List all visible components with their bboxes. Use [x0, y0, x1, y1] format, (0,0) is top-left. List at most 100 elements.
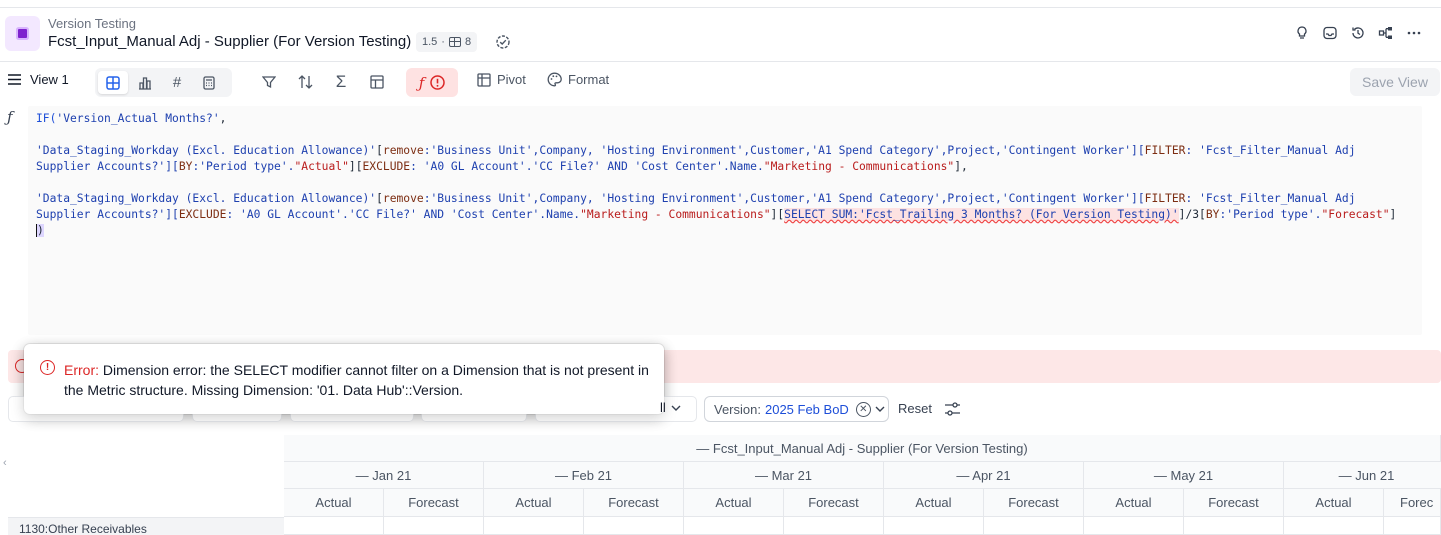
code-token: : 'A0 GL Account'.'CC File?' AND 'Cost C…	[410, 160, 764, 173]
filter-icon	[262, 76, 276, 89]
grid-cell[interactable]	[1184, 517, 1284, 535]
code-token: EXCLUDE	[362, 160, 411, 173]
row-header[interactable]: 1130:Other Receivables	[8, 517, 284, 535]
lightbulb-icon[interactable]	[1293, 24, 1311, 42]
code-token: FILTER	[1144, 192, 1186, 205]
grid-cell[interactable]	[484, 517, 584, 535]
error-highlight[interactable]: SELECT SUM:'Fcst_Trailing 3 Months? (For…	[784, 208, 1179, 221]
layout-button[interactable]	[367, 72, 387, 92]
month-header[interactable]: — Jun 21	[1284, 462, 1441, 489]
filter-button[interactable]	[259, 72, 279, 92]
chart-view-button[interactable]	[130, 71, 160, 94]
month-header[interactable]: — Jan 21	[284, 462, 484, 489]
dimension-count: 8	[464, 36, 472, 48]
grid-cell[interactable]	[1384, 517, 1441, 535]
code-token: :'Period type'.	[192, 160, 295, 173]
period-type-header[interactable]: Actual	[1084, 489, 1184, 517]
format-label: Format	[568, 72, 610, 87]
period-type-header[interactable]: Actual	[284, 489, 384, 517]
code-token: 'Data_Staging_Workday (Excl. Education A…	[36, 144, 377, 157]
metric-header[interactable]: — Fcst_Input_Manual Adj - Supplier (For …	[284, 435, 1441, 462]
code-token: ]/3[	[1178, 208, 1206, 221]
filter-dropdown[interactable]: ll	[660, 400, 681, 415]
reset-button[interactable]: Reset	[898, 401, 932, 416]
grid-view-button[interactable]	[98, 71, 128, 94]
page-title[interactable]: Fcst_Input_Manual Adj - Supplier (For Ve…	[48, 33, 411, 50]
code-token: :'Period type'.	[1219, 208, 1322, 221]
grid-cell[interactable]	[384, 517, 484, 535]
view-menu[interactable]: View 1	[8, 72, 69, 87]
period-type-header[interactable]: Actual	[684, 489, 784, 517]
version-label: Version:	[714, 401, 761, 417]
code-token: : 'A0 GL Account'.'CC File?' AND 'Cost C…	[226, 208, 581, 221]
sum-button[interactable]: Σ	[331, 72, 351, 92]
grid-cell[interactable]	[884, 517, 984, 535]
code-token: ]	[1389, 208, 1397, 221]
lineage-icon[interactable]	[1377, 24, 1395, 42]
grid-cell[interactable]	[1284, 517, 1384, 535]
period-type-header[interactable]: Forecast	[984, 489, 1084, 517]
code-token: BY	[1205, 208, 1220, 221]
chevron-left-icon[interactable]: ‹	[3, 457, 7, 469]
code-token: :'Business Unit',Company, 'Hosting Envir…	[423, 192, 1145, 205]
save-view-button[interactable]: Save View	[1350, 68, 1440, 96]
hash-icon: #	[172, 74, 182, 91]
pivot-button[interactable]: Pivot	[477, 72, 526, 87]
period-type-header[interactable]: Forecast	[584, 489, 684, 517]
grid-cell[interactable]	[784, 517, 884, 535]
code-token: [	[376, 192, 383, 205]
code-token: EXCLUDE	[178, 208, 227, 221]
verified-badge-icon[interactable]	[495, 34, 511, 50]
code-token: [	[376, 144, 383, 157]
layout-icon	[370, 75, 384, 89]
grid-cell[interactable]	[584, 517, 684, 535]
sigma-icon: Σ	[335, 72, 347, 91]
month-header[interactable]: — Feb 21	[484, 462, 684, 489]
code-token: 'Version_Actual Months?'	[56, 112, 220, 125]
calculator-view-button[interactable]	[194, 71, 224, 94]
format-button[interactable]: Format	[547, 72, 609, 87]
grid-icon	[106, 75, 120, 90]
number-view-button[interactable]: #	[162, 71, 192, 94]
version-value: 2025 Feb BoD	[764, 401, 849, 417]
month-header[interactable]: — May 21	[1084, 462, 1284, 489]
version-filter[interactable]: Version: 2025 Feb BoD ✕	[704, 396, 889, 422]
grid-cell[interactable]	[284, 517, 384, 535]
period-type-header[interactable]: Forecast	[784, 489, 884, 517]
code-token: 'Data_Staging_Workday (Excl. Education A…	[36, 192, 377, 205]
editor-scrollbar[interactable]	[1433, 106, 1441, 335]
history-icon[interactable]	[1349, 24, 1367, 42]
metric-meta-badge[interactable]: 1.5 · 8	[416, 32, 478, 52]
period-type-header[interactable]: Actual	[1284, 489, 1384, 517]
code-token: ],	[954, 160, 968, 173]
bar-chart-icon	[139, 76, 151, 90]
error-label: Error:	[64, 362, 99, 378]
period-type-header[interactable]: Actual	[484, 489, 584, 517]
code-token: FILTER	[1144, 144, 1186, 157]
clear-icon[interactable]: ✕	[855, 401, 871, 417]
app-icon	[5, 16, 40, 51]
period-type-header[interactable]: Forec	[1384, 489, 1441, 517]
filter-dropdown-value: ll	[660, 400, 666, 415]
period-type-header[interactable]: Forecast	[384, 489, 484, 517]
grid-cell[interactable]	[1084, 517, 1184, 535]
sort-button[interactable]	[295, 72, 315, 92]
closing-paren: )	[36, 224, 44, 237]
month-header[interactable]: — Mar 21	[684, 462, 884, 489]
grid-cell[interactable]	[984, 517, 1084, 535]
period-type-header[interactable]: Forecast	[1184, 489, 1284, 517]
sliders-icon[interactable]	[944, 401, 961, 417]
chevron-down-icon[interactable]	[875, 406, 885, 412]
formula-code[interactable]: IF('Version_Actual Months?', 'Data_Stagi…	[36, 111, 1416, 239]
inbox-icon[interactable]	[1321, 24, 1339, 42]
pivot-icon	[477, 72, 491, 87]
formula-error-button[interactable]: ƒ	[406, 68, 458, 97]
code-token: ][	[348, 160, 363, 173]
month-header[interactable]: — Apr 21	[884, 462, 1084, 489]
code-token: "Marketing - Communications"	[763, 160, 955, 173]
grid-cell[interactable]	[684, 517, 784, 535]
period-type-header[interactable]: Actual	[884, 489, 984, 517]
more-options-icon[interactable]	[1405, 24, 1423, 42]
breadcrumb[interactable]: Version Testing	[48, 16, 136, 31]
code-token: remove	[382, 144, 424, 157]
